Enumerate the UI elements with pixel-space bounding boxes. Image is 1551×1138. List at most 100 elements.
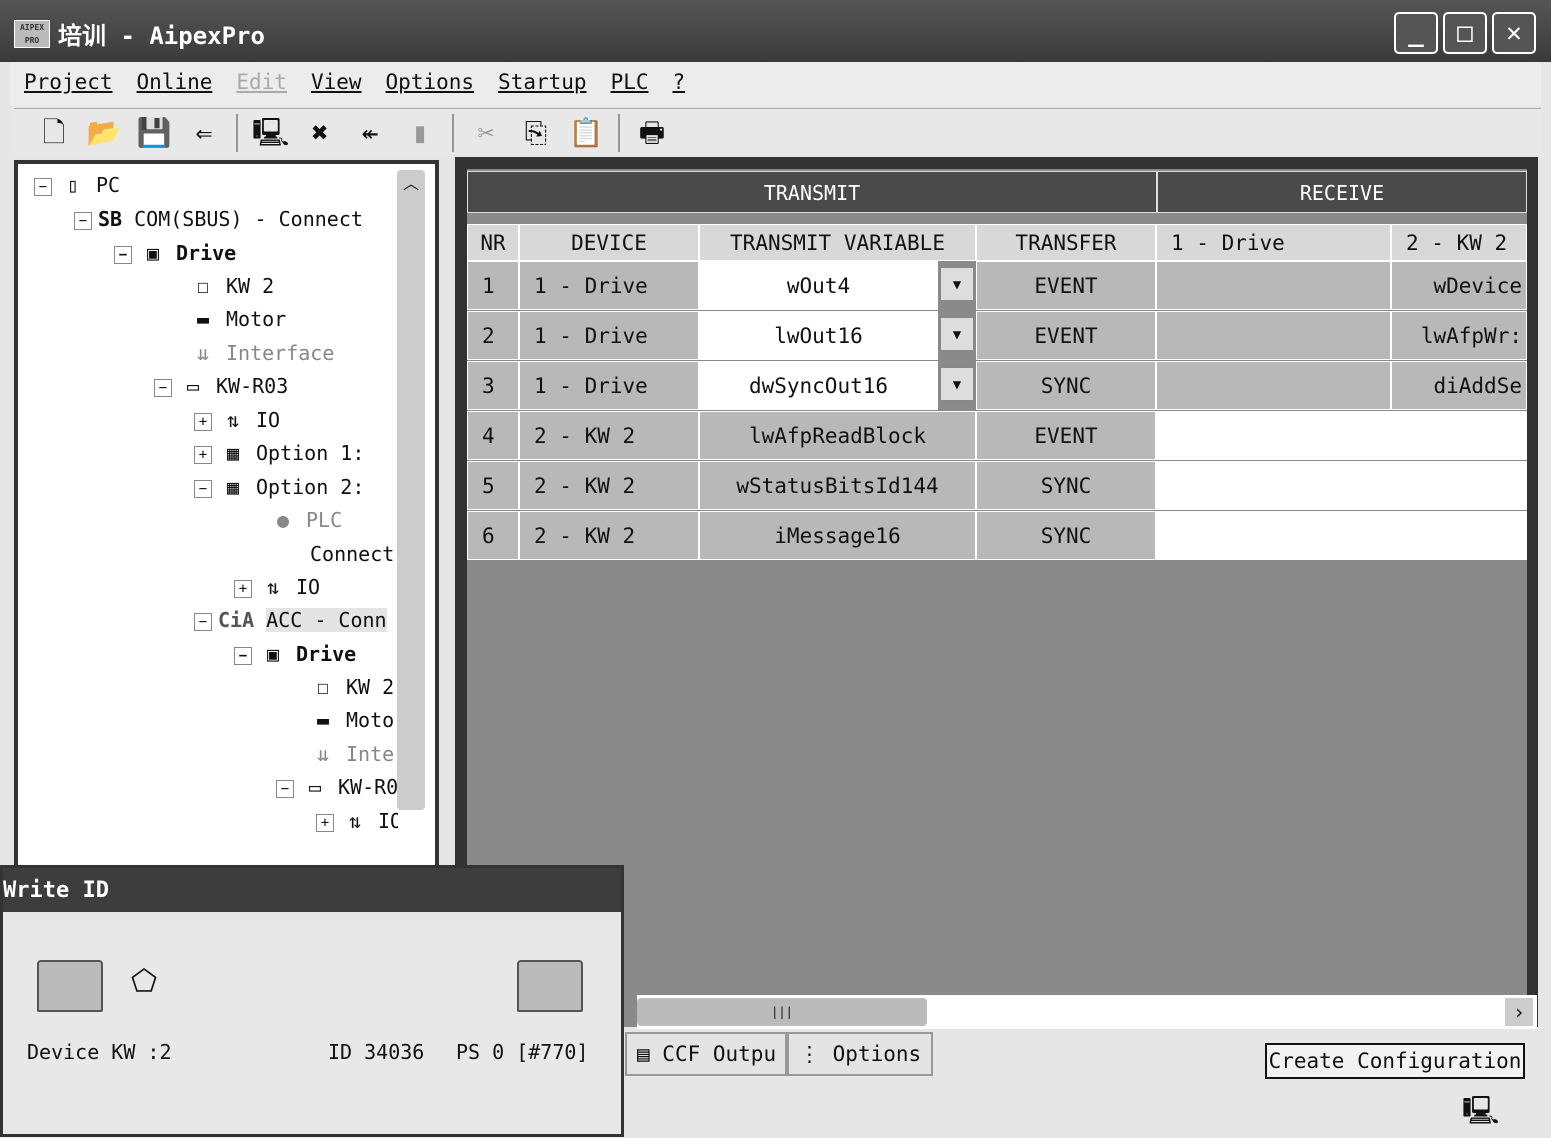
table-cell: 2 - KW 2 xyxy=(519,511,699,560)
table-cell: 2 xyxy=(467,311,519,360)
dropdown-arrow-icon[interactable]: ▼ xyxy=(940,317,974,351)
collapse-icon[interactable]: − xyxy=(194,479,212,498)
horizontal-scrollbar[interactable]: ||| › xyxy=(637,995,1537,1029)
menu-project[interactable]: Project xyxy=(24,70,113,98)
table-cell xyxy=(1156,361,1391,410)
table-cell[interactable]: dwSyncOut16 xyxy=(699,361,938,410)
column-header[interactable]: 1 - Drive xyxy=(1156,224,1391,261)
menu-startup[interactable]: Startup xyxy=(498,70,587,98)
copy-icon[interactable]: ⎘ xyxy=(518,115,554,151)
table-cell xyxy=(1391,511,1527,560)
connect-computer-icon[interactable]: 🖳 xyxy=(252,115,289,151)
expand-icon[interactable]: + xyxy=(316,813,334,832)
expand-icon[interactable]: + xyxy=(234,579,252,598)
column-header[interactable]: TRANSFER xyxy=(976,224,1156,261)
menu-options[interactable]: Options xyxy=(386,70,475,98)
table-cell[interactable]: wStatusBitsId144 xyxy=(699,461,976,510)
new-file-icon[interactable]: 🗋 xyxy=(36,115,72,151)
module-icon: ▭ xyxy=(186,374,200,398)
network-status-icon: 🖳 xyxy=(1462,1094,1500,1127)
tree-node[interactable]: Connect xyxy=(310,539,394,569)
tree-node[interactable]: ☐ KW 2 xyxy=(188,271,274,301)
scroll-right-icon[interactable]: › xyxy=(1505,998,1533,1026)
tree-node[interactable]: ⇊Interface xyxy=(188,338,334,368)
bottom-tabs: ▤ CCF Outpu ⋮ Options xyxy=(625,1032,934,1076)
dropdown-arrow-icon[interactable]: ▼ xyxy=(940,367,974,401)
tree-node[interactable]: ⇊Interface xyxy=(308,739,398,769)
maximize-button[interactable]: □ xyxy=(1443,12,1487,54)
collapse-icon[interactable]: − xyxy=(114,245,132,264)
column-header[interactable]: NR xyxy=(467,224,519,261)
tree-node[interactable]: + ⇅ IO xyxy=(194,405,280,435)
menu-bar: Project Online Edit View Options Startup… xyxy=(10,62,1541,106)
table-cell[interactable]: wOut4 xyxy=(699,261,938,310)
column-header[interactable]: TRANSMIT VARIABLE xyxy=(699,224,976,261)
dropdown-arrow-icon[interactable]: ▼ xyxy=(940,267,974,301)
tree-node[interactable]: ▬Motor xyxy=(308,705,398,735)
open-folder-icon[interactable]: 📂 xyxy=(86,115,122,151)
import-icon[interactable]: ⇐ xyxy=(186,115,222,151)
table-cell: EVENT xyxy=(976,411,1156,460)
tree-node[interactable]: + ⇅ IO xyxy=(316,806,398,836)
tree-node[interactable]: − CiA ACC - Conn xyxy=(194,605,387,635)
create-configuration-button[interactable]: Create Configuration xyxy=(1265,1043,1525,1079)
print-icon[interactable]: 🖶 xyxy=(634,115,670,151)
column-header[interactable]: 2 - KW 2 xyxy=(1391,224,1527,261)
menu-plc[interactable]: PLC xyxy=(611,70,649,98)
expand-icon[interactable]: + xyxy=(194,445,212,464)
collapse-icon[interactable]: − xyxy=(34,177,52,196)
device-icon: ▮ xyxy=(411,115,429,149)
table-cell: 3 xyxy=(467,361,519,410)
tree-node[interactable]: −▭KW-R03 xyxy=(276,772,398,802)
tree-node[interactable]: −▭KW-R03 xyxy=(154,371,288,401)
scroll-thumb[interactable]: ||| xyxy=(637,998,927,1026)
tree-node[interactable]: − SB COM(SBUS) - Connect xyxy=(74,204,363,234)
menu-online[interactable]: Online xyxy=(137,70,213,98)
tree-node[interactable]: ☐ KW 2 xyxy=(308,672,398,702)
save-icon[interactable]: 💾 xyxy=(136,115,172,151)
tree-scrollbar[interactable]: ︿ xyxy=(397,170,425,810)
tree-node[interactable]: ▬Motor xyxy=(188,304,286,334)
menu-edit: Edit xyxy=(236,70,287,94)
table-cell[interactable]: lwAfpReadBlock xyxy=(699,411,976,460)
collapse-icon[interactable]: − xyxy=(234,646,252,665)
collapse-icon[interactable]: − xyxy=(74,211,92,230)
document-icon: ▤ xyxy=(637,1042,663,1066)
tree-node[interactable]: ● PLC xyxy=(268,505,342,535)
tree-node[interactable]: + ⇅ IO xyxy=(234,572,320,602)
io-arrows-icon: ⇅ xyxy=(226,408,240,432)
transfer-m-icon[interactable]: ↞ xyxy=(352,115,388,151)
table-cell xyxy=(1391,461,1527,510)
table-cell[interactable]: lwOut16 xyxy=(699,311,938,360)
minimize-button[interactable]: _ xyxy=(1394,12,1438,54)
tab-ccf-output[interactable]: ▤ CCF Outpu xyxy=(625,1032,787,1076)
io-arrows-icon: ⇅ xyxy=(348,809,362,833)
menu-help[interactable]: ? xyxy=(673,70,686,98)
scroll-up-icon[interactable]: ︿ xyxy=(397,170,425,200)
plc-icon: ● xyxy=(276,508,290,532)
collapse-icon[interactable]: − xyxy=(194,612,212,631)
source-folder-icon xyxy=(37,960,103,1012)
table-cell xyxy=(1391,411,1527,460)
table-cell: 4 xyxy=(467,411,519,460)
receive-group-header: RECEIVE xyxy=(1157,171,1527,213)
tree-node[interactable]: + ▦ Option 1: xyxy=(194,438,364,468)
tree-node[interactable]: − ▦ Option 2: xyxy=(194,472,364,502)
toolbar: 🗋 📂 💾 ⇐ 🖳 ✖ ↞ ▮ ✂ ⎘ 📋 🖶 xyxy=(14,108,1541,156)
device-label: Device KW :2 xyxy=(27,1040,172,1064)
expand-icon[interactable]: + xyxy=(194,412,212,431)
disconnect-icon[interactable]: ✖ xyxy=(302,115,338,151)
collapse-icon[interactable]: − xyxy=(276,779,294,798)
tree-node[interactable]: − ▣ Drive xyxy=(114,238,236,268)
io-arrows-icon: ⇅ xyxy=(266,575,280,599)
column-header[interactable]: DEVICE xyxy=(519,224,699,261)
table-cell[interactable]: iMessage16 xyxy=(699,511,976,560)
close-button[interactable]: ✕ xyxy=(1492,12,1536,54)
table-cell: 2 - KW 2 xyxy=(519,461,699,510)
motor-icon: ▬ xyxy=(316,708,330,732)
collapse-icon[interactable]: − xyxy=(154,378,172,397)
menu-view[interactable]: View xyxy=(311,70,362,98)
tree-node[interactable]: − ▯ PC xyxy=(34,170,120,200)
tab-options[interactable]: ⋮ Options xyxy=(787,1032,934,1076)
tree-node[interactable]: − ▣ Drive xyxy=(234,639,356,669)
